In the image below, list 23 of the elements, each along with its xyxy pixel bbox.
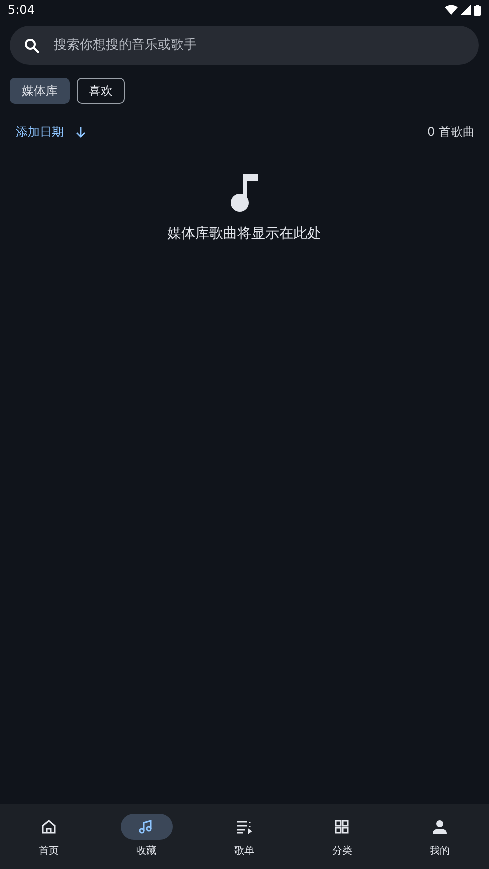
nav-tab[interactable]: 分类 [293, 804, 392, 869]
music-note-icon [230, 173, 258, 213]
person-icon [432, 819, 448, 835]
home-icon [40, 819, 57, 835]
wifi-icon [445, 5, 458, 15]
empty-message: 媒体库歌曲将显示在此处 [168, 225, 322, 243]
arrow-down-icon[interactable] [76, 127, 86, 138]
nav-tab[interactable]: 收藏 [98, 804, 196, 869]
playlist-icon [236, 820, 252, 834]
search-icon [24, 38, 40, 54]
nav-tab[interactable]: 首页 [0, 804, 98, 869]
nav-tab[interactable]: 我的 [391, 804, 489, 869]
filter-chip[interactable]: 媒体库 [10, 78, 70, 104]
grid-icon [335, 820, 350, 834]
sort-button[interactable]: 添加日期 [16, 124, 64, 141]
battery-icon [474, 4, 481, 16]
filter-chip[interactable]: 喜欢 [77, 78, 125, 104]
signal-icon [461, 5, 471, 15]
nav-tab[interactable]: 歌单 [196, 804, 294, 869]
song-count: 0 首歌曲 [428, 124, 475, 141]
search-field[interactable]: 搜索你想搜的音乐或歌手 [52, 37, 465, 54]
search-bar[interactable]: 搜索你想搜的音乐或歌手 [10, 26, 479, 65]
status-time: 5:04 [8, 3, 35, 17]
